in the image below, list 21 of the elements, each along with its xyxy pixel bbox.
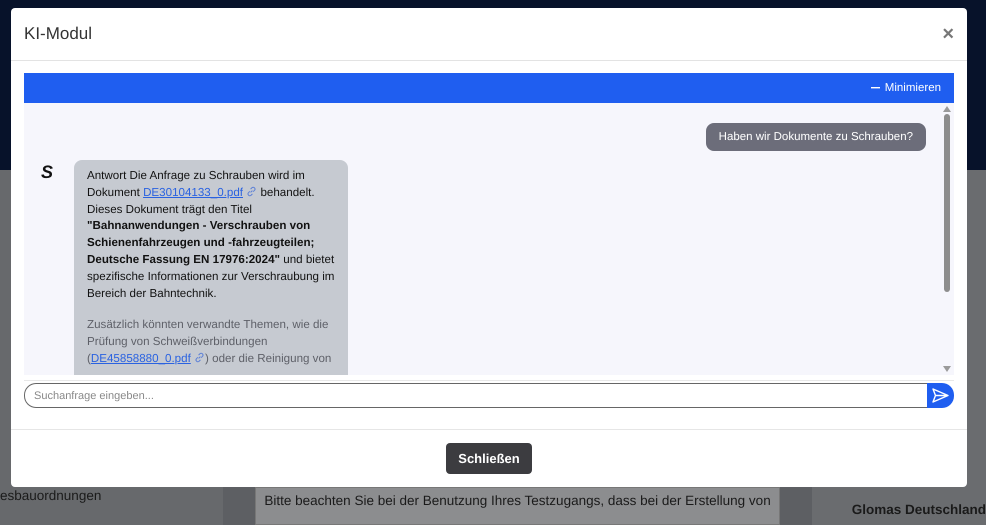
close-button[interactable]: ×	[942, 24, 954, 44]
send-button[interactable]	[927, 383, 954, 408]
document-link[interactable]: DE30104133_0.pdf	[143, 186, 258, 199]
user-message: Haben wir Dokumente zu Schrauben?	[706, 123, 926, 151]
search-input[interactable]: Suchanfrage eingeben...	[24, 383, 927, 408]
send-icon	[932, 388, 949, 403]
link-icon	[194, 352, 206, 363]
notice-text: Bitte beachten Sie bei der Benutzung Ihres Testzugangs, dass bei der Erstellung von	[264, 493, 771, 508]
link-icon	[246, 186, 258, 197]
scrollbar-thumb[interactable]	[944, 114, 950, 292]
scroll-down-icon[interactable]	[943, 366, 951, 372]
modal-title: KI-Modul	[24, 24, 92, 44]
company-name: Glomas Deutschland	[852, 502, 986, 517]
bot-avatar: S	[41, 161, 54, 184]
answer-paragraph: Antwort Die Anfrage zu Schrauben wird im Dokument DE30104133_0.pdf behandelt. Dieses Dokument trägt den Titel "Bahnanwendungen - Verschrauben von Schienenfahrzeugen und -fahrzeugteilen; Deutsche Fassung EN 17976:2024" und bietet spezifische Informationen zur Verschraubung im Bereich der Bahntechnik.	[87, 168, 335, 302]
answer-paragraph: Zusätzlich könnten verwandte Themen, wie die Prüfung von Schweißverbindungen (DE45858880_0.pdf ) oder die Reinigung von	[87, 317, 332, 367]
document-link[interactable]: DE45858880_0.pdf	[90, 352, 206, 365]
minus-icon	[870, 87, 880, 89]
scroll-up-icon[interactable]	[943, 106, 951, 112]
close-button[interactable]: Schließen	[446, 443, 532, 474]
minimize-button[interactable]: Minimieren	[870, 82, 941, 94]
